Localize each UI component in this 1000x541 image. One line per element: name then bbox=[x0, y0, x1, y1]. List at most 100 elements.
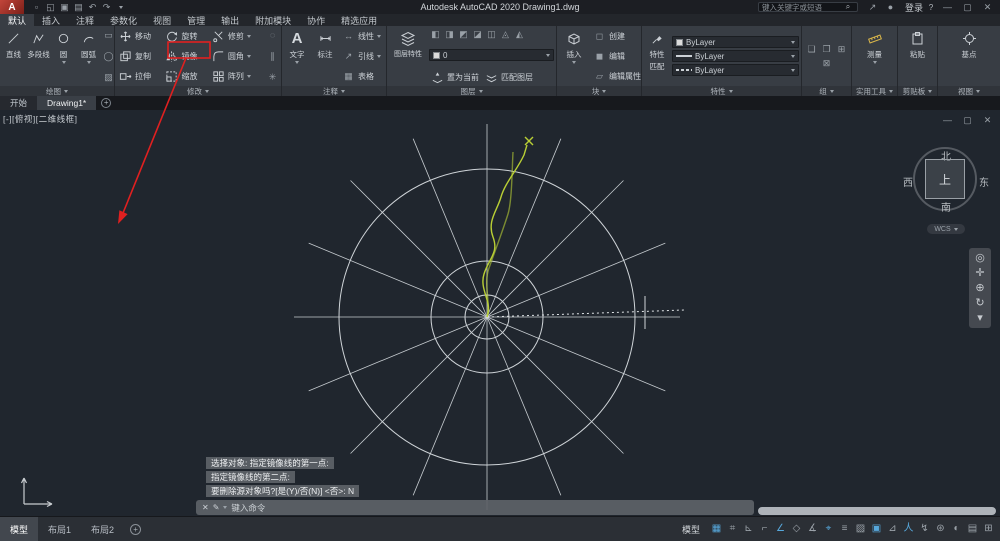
navbar-more-icon[interactable]: ▾ bbox=[972, 312, 988, 324]
lineweight-select[interactable]: ByLayer bbox=[672, 50, 799, 62]
isodraft-icon[interactable]: ◇ bbox=[789, 519, 804, 539]
array-button[interactable]: 阵列 bbox=[210, 69, 264, 83]
group-edit-icon[interactable]: ⊞ bbox=[835, 43, 848, 55]
model-space-canvas[interactable]: [-][俯视][二维线框] — ▢ ✕ 北 南 西 东 上 WCS ◎ ✛ ⊕ ↻ ▾ 选择… bbox=[0, 110, 1000, 516]
new-drawing-tab-button[interactable]: + bbox=[101, 98, 112, 108]
fillet-dropdown-icon[interactable] bbox=[246, 54, 251, 58]
erase-tool-icon[interactable]: ◌ bbox=[266, 29, 279, 41]
measure-button[interactable]: 测量 bbox=[863, 27, 886, 85]
array-dropdown-icon[interactable] bbox=[246, 74, 251, 78]
orbit-icon[interactable]: ↻ bbox=[972, 297, 988, 309]
grid-icon[interactable]: ▦ bbox=[709, 519, 724, 539]
fillet-button[interactable]: 圆角 bbox=[210, 49, 264, 63]
ribbon-tab-view[interactable]: 视图 bbox=[145, 14, 179, 26]
leader-button[interactable]: ↗ 引线 bbox=[340, 49, 384, 63]
make-current-button[interactable]: 置为当前 bbox=[429, 70, 481, 84]
linear-dropdown-icon[interactable] bbox=[377, 34, 381, 38]
viewport-minimize-icon[interactable]: — bbox=[941, 114, 954, 126]
layer-select[interactable]: 0 bbox=[429, 49, 554, 61]
group-select-icon[interactable]: ⊠ bbox=[820, 57, 833, 69]
viewcube-south[interactable]: 南 bbox=[900, 199, 992, 214]
panel-title-view[interactable]: 视图 bbox=[938, 86, 1000, 96]
command-close-icon[interactable]: ✕ bbox=[202, 503, 209, 512]
viewcube-top-face[interactable]: 上 bbox=[925, 159, 965, 199]
circle-button[interactable]: 圆 bbox=[52, 27, 75, 85]
object-color-select[interactable]: ByLayer bbox=[672, 36, 799, 48]
arc-button[interactable]: 圆弧 bbox=[77, 27, 100, 85]
panel-title-modify[interactable]: 修改 bbox=[115, 86, 281, 96]
leader-dropdown-icon[interactable] bbox=[377, 54, 381, 58]
offset-tool-icon[interactable]: ∥ bbox=[266, 50, 279, 62]
panel-title-annotate[interactable]: 注释 bbox=[282, 86, 386, 96]
tab-drawing1[interactable]: Drawing1* bbox=[37, 96, 97, 110]
layer-freeze-icon[interactable]: ◨ bbox=[443, 28, 456, 40]
horizontal-scrollbar[interactable] bbox=[758, 507, 996, 515]
viewport-restore-icon[interactable]: ▢ bbox=[961, 114, 974, 126]
dimension-button[interactable]: 标注 bbox=[312, 27, 338, 85]
measure-dropdown-icon[interactable] bbox=[872, 61, 877, 64]
search-input[interactable] bbox=[761, 2, 840, 12]
clean-screen-icon[interactable]: ⊞ bbox=[981, 519, 996, 539]
copy-button[interactable]: 复制 bbox=[117, 49, 161, 63]
paste-button[interactable]: 粘贴 bbox=[906, 27, 929, 85]
insert-dropdown-icon[interactable] bbox=[572, 61, 576, 64]
layout2-tab[interactable]: 布局2 bbox=[81, 517, 124, 541]
ribbon-tab-addins[interactable]: 附加模块 bbox=[247, 14, 299, 26]
new-layout-button[interactable]: + bbox=[130, 523, 142, 535]
layer-isolate-icon[interactable]: ◪ bbox=[471, 28, 484, 40]
polyline-button[interactable]: 多段线 bbox=[27, 27, 50, 85]
circle-dropdown-icon[interactable] bbox=[61, 61, 66, 64]
selection-cycling-icon[interactable]: ▣ bbox=[869, 519, 884, 539]
viewport-controls-label[interactable]: [-][俯视][二维线框] bbox=[3, 113, 78, 125]
insert-block-button[interactable]: 插入 bbox=[559, 27, 589, 85]
edit-attributes-button[interactable]: ▱ 编辑属性 bbox=[591, 69, 641, 83]
layer-lock-icon[interactable]: ◩ bbox=[457, 28, 470, 40]
stretch-button[interactable]: 拉伸 bbox=[117, 69, 161, 83]
zoom-icon[interactable]: ⊕ bbox=[972, 282, 988, 294]
application-menu-button[interactable]: A bbox=[0, 0, 24, 14]
panel-title-utilities[interactable]: 实用工具 bbox=[852, 86, 897, 96]
rotate-button[interactable]: 旋转 bbox=[163, 29, 207, 43]
wcs-menu[interactable]: WCS bbox=[927, 224, 965, 234]
linear-dimension-button[interactable]: ↔ 线性 bbox=[340, 29, 384, 43]
explode-tool-icon[interactable]: ✳ bbox=[266, 71, 279, 83]
ortho-icon[interactable]: ⌐ bbox=[757, 519, 772, 539]
snap-mode-icon[interactable]: ⌗ bbox=[725, 519, 740, 539]
hatch-tool-icon[interactable]: ▨ bbox=[102, 71, 114, 83]
edit-block-button[interactable]: ◼ 编辑 bbox=[591, 49, 641, 63]
customize-icon[interactable]: ▤ bbox=[965, 519, 980, 539]
match-layer-button[interactable]: 匹配图层 bbox=[483, 70, 535, 84]
isolate-objects-icon[interactable]: ◐ bbox=[949, 519, 964, 539]
model-space-button[interactable]: 模型 bbox=[674, 523, 708, 536]
workspace-gear-icon[interactable]: ⊛ bbox=[933, 519, 948, 539]
command-customize-icon[interactable]: ✎ bbox=[213, 503, 220, 512]
model-tab[interactable]: 模型 bbox=[0, 517, 39, 541]
ribbon-tab-manage[interactable]: 管理 bbox=[179, 14, 213, 26]
table-button[interactable]: ▦ 表格 bbox=[340, 69, 384, 83]
ungroup-icon[interactable]: ❐ bbox=[820, 43, 833, 55]
qat-dropdown-icon[interactable] bbox=[119, 5, 123, 9]
tab-start[interactable]: 开始 bbox=[0, 96, 38, 110]
group-icon[interactable]: ❏ bbox=[805, 43, 818, 55]
layout1-tab[interactable]: 布局1 bbox=[38, 517, 81, 541]
panel-title-properties[interactable]: 特性 bbox=[642, 86, 801, 96]
linetype-select[interactable]: ByLayer bbox=[672, 64, 799, 76]
dynamic-ucs-icon[interactable]: ⊿ bbox=[885, 519, 900, 539]
viewcube-west[interactable]: 西 bbox=[903, 174, 913, 189]
infer-constraints-icon[interactable]: ⊾ bbox=[741, 519, 756, 539]
autoscale-icon[interactable]: ↯ bbox=[917, 519, 932, 539]
pan-icon[interactable]: ✛ bbox=[972, 267, 988, 279]
object-snap-tracking-icon[interactable]: ∡ bbox=[805, 519, 820, 539]
close-icon[interactable]: ✕ bbox=[981, 1, 994, 13]
new-file-icon[interactable]: ▫ bbox=[30, 1, 43, 13]
ribbon-tab-insert[interactable]: 插入 bbox=[34, 14, 68, 26]
viewcube-east[interactable]: 东 bbox=[979, 174, 989, 189]
panel-title-draw[interactable]: 绘图 bbox=[0, 86, 114, 96]
undo-icon[interactable]: ↶ bbox=[86, 1, 99, 13]
layer-walk-icon[interactable]: ◬ bbox=[499, 28, 512, 40]
scale-button[interactable]: 缩放 bbox=[163, 69, 207, 83]
layer-properties-button[interactable]: 图层特性 bbox=[389, 27, 427, 85]
arc-dropdown-icon[interactable] bbox=[86, 61, 91, 64]
move-button[interactable]: 移动 bbox=[117, 29, 161, 43]
ellipse-tool-icon[interactable]: ◯ bbox=[102, 50, 114, 62]
